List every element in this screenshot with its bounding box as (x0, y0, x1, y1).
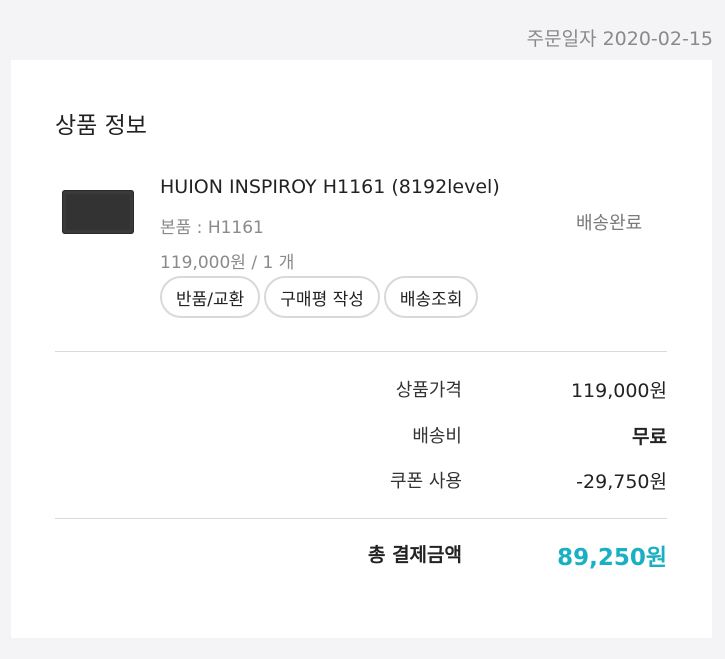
summary-row-product-price: 상품가격 119,000원 (55, 376, 667, 406)
summary-row-total: 총 결제금액 89,250원 (55, 540, 667, 571)
summary-row-coupon: 쿠폰 사용 -29,750원 (55, 467, 667, 497)
total-value: 89,250원 (557, 545, 667, 571)
order-date-value: 2020-02-15 (602, 28, 713, 50)
return-exchange-button[interactable]: 반품/교환 (160, 276, 261, 318)
coupon-label: 쿠폰 사용 (390, 471, 462, 492)
summary-row-shipping: 배송비 무료 (55, 422, 667, 452)
product-name[interactable]: HUION INSPIROY H1161 (8192level) (160, 176, 500, 198)
write-review-button[interactable]: 구매평 작성 (264, 276, 380, 318)
order-date-label: 주문일자 (526, 28, 597, 50)
coupon-value: -29,750원 (576, 471, 667, 493)
product-option: 본품 : H1161 (160, 218, 264, 238)
order-detail-card: 상품 정보 HUION INSPIROY H1161 (8192level) 본… (11, 60, 712, 638)
tablet-surface (66, 194, 130, 230)
product-action-buttons: 반품/교환 구매평 작성 배송조회 (160, 276, 479, 318)
product-thumbnail[interactable] (62, 190, 134, 234)
total-label: 총 결제금액 (367, 544, 462, 566)
order-date: 주문일자 2020-02-15 (527, 24, 713, 51)
shipping-value: 무료 (632, 426, 667, 448)
shipping-label: 배송비 (412, 426, 462, 447)
product-price-qty: 119,000원 / 1 개 (160, 253, 295, 273)
track-delivery-button[interactable]: 배송조회 (383, 276, 479, 318)
section-title: 상품 정보 (55, 113, 147, 139)
product-price-label: 상품가격 (395, 380, 462, 401)
product-price-value: 119,000원 (570, 380, 667, 402)
divider (55, 518, 667, 519)
delivery-status: 배송완료 (576, 213, 643, 234)
divider (55, 351, 667, 352)
